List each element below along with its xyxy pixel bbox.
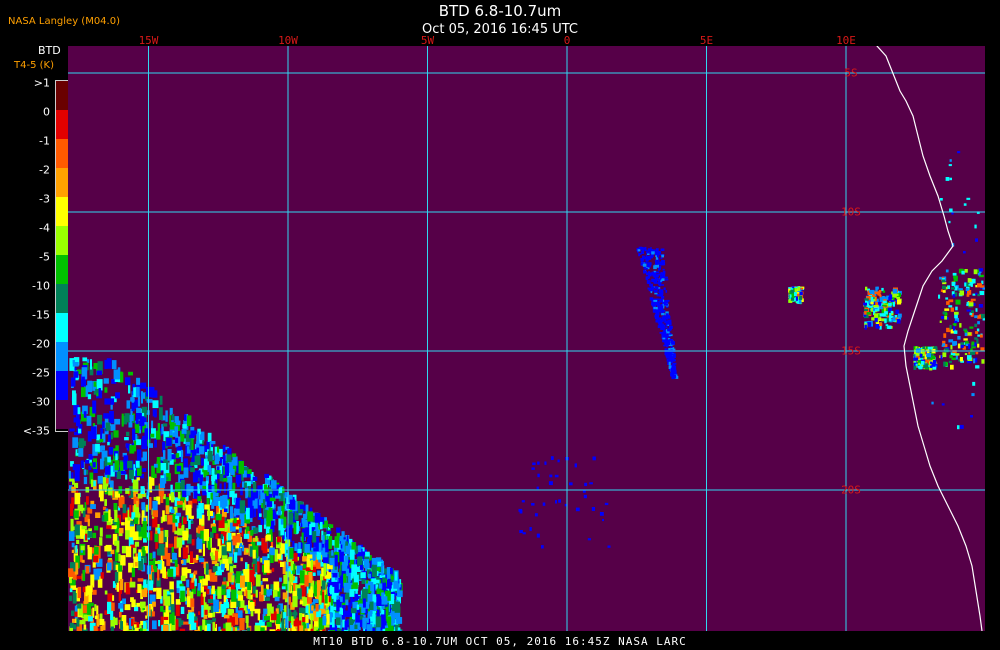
legend-label: -20	[32, 337, 50, 351]
longitude-label: 10W	[278, 34, 298, 47]
legend-title: BTD	[38, 44, 61, 57]
latitude-label: 20S	[841, 483, 861, 497]
satellite-map	[68, 46, 985, 631]
longitude-label: 5E	[699, 34, 714, 47]
latitude-label: 5S	[844, 66, 858, 80]
latitude-label: 15S	[841, 344, 861, 358]
btd-clouds-southwest	[68, 357, 403, 631]
longitude-label: 15W	[138, 34, 159, 47]
longitude-label: 10E	[836, 34, 856, 47]
longitude-label: 5W	[420, 34, 435, 47]
legend-units: T4-5 (K)	[14, 60, 54, 71]
lat-lon-grid	[68, 46, 985, 631]
latitude-label: 10S	[841, 205, 861, 219]
legend-label: -30	[32, 395, 50, 409]
legend-label: -10	[32, 279, 50, 293]
legend-label: -2	[39, 163, 50, 177]
footer-caption: MT10 BTD 6.8-10.7UM OCT 05, 2016 16:45Z …	[313, 635, 687, 648]
map-title: BTD 6.8-10.7um	[438, 2, 562, 20]
legend-label: -3	[39, 192, 50, 206]
organization-label: NASA Langley (M04.0)	[8, 16, 120, 27]
legend-label: -25	[32, 366, 50, 380]
legend-label: >1	[33, 76, 50, 90]
legend-label: -1	[39, 134, 50, 148]
legend-label: -15	[32, 308, 50, 322]
btd-plume-central	[518, 246, 679, 549]
legend-label: 0	[43, 105, 50, 119]
legend-label: <-35	[22, 424, 50, 438]
longitude-label: 0	[563, 34, 571, 47]
legend-label: -5	[39, 250, 50, 264]
legend-label: -4	[39, 221, 50, 235]
map-canvas	[68, 46, 985, 631]
btd-clouds-east	[788, 151, 985, 430]
